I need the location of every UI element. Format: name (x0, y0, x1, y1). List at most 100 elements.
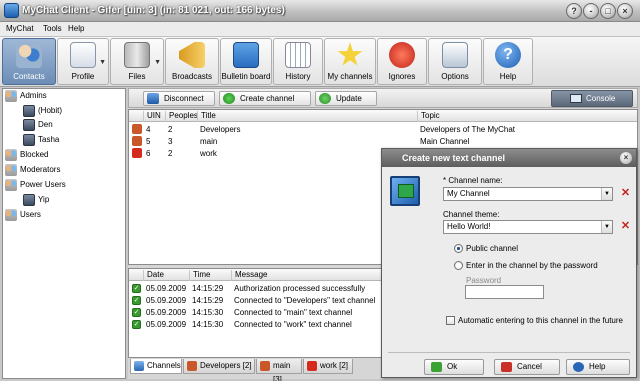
tree-group-power-users[interactable]: Power Users (5, 178, 66, 192)
app-icon (4, 3, 19, 18)
tab-work[interactable]: work [2] (303, 359, 353, 374)
disconnect-button[interactable]: Disconnect (143, 91, 215, 106)
toolbar-options-button[interactable]: Options (428, 38, 482, 85)
column-header-uin[interactable]: UIN (143, 111, 165, 122)
menu-help[interactable]: Help (68, 24, 84, 33)
password-label: Password (466, 276, 502, 285)
tree-user-yip[interactable]: Yip (23, 193, 49, 207)
toolbar-contacts-button[interactable]: Contacts (2, 38, 56, 85)
password-input[interactable] (465, 285, 544, 299)
history-icon (285, 42, 311, 68)
success-check-icon: ✓ (132, 296, 141, 305)
group-icon (5, 89, 17, 102)
column-header-date[interactable]: Date (143, 270, 189, 281)
toolbar-my-channels-button[interactable]: My channels (324, 38, 376, 85)
column-header-title[interactable]: Title (197, 111, 417, 122)
channel-icon (132, 148, 142, 158)
toolbar-help-button[interactable]: ? Help (483, 38, 533, 85)
auto-enter-checkbox[interactable] (446, 316, 455, 325)
channel-theme-input[interactable]: Hello World! ▼ (443, 220, 613, 234)
window-title: MyChat Client - Gifer [uin: 3] (in: 81 0… (22, 5, 285, 16)
ok-button[interactable]: Ok (424, 359, 484, 375)
clear-theme-button[interactable]: ✕ (620, 221, 631, 232)
column-header-topic[interactable]: Topic (417, 111, 637, 122)
toolbar-broadcasts-button[interactable]: Broadcasts (165, 38, 219, 85)
toolbar-files-button[interactable]: Files ▼ (110, 38, 164, 85)
close-window-button[interactable]: × (617, 3, 633, 19)
user-avatar-icon (23, 118, 35, 131)
toolbar-label: Broadcasts (171, 72, 213, 81)
help-window-button[interactable]: ? (566, 3, 582, 19)
tree-group-admins[interactable]: Admins (5, 89, 47, 103)
console-icon (570, 94, 582, 103)
password-channel-radio[interactable] (454, 261, 463, 270)
tree-user-hobit[interactable]: (Hobit) (23, 104, 62, 118)
help-button[interactable]: Help (566, 359, 630, 375)
cell-uin: 5 (146, 137, 151, 146)
cell-peoples: 2 (168, 125, 173, 134)
success-check-icon: ✓ (132, 320, 141, 329)
toolbar-label: Options (441, 72, 469, 81)
update-button[interactable]: Update (315, 91, 377, 106)
maximize-button[interactable]: □ (600, 3, 616, 19)
menu-mychat[interactable]: MyChat (6, 24, 34, 33)
tree-label: Users (20, 210, 41, 219)
button-label: Cancel (517, 362, 542, 371)
button-label: Disconnect (164, 94, 204, 103)
tab-label: Developers [2] (200, 361, 252, 370)
toolbar-label: Contacts (13, 72, 45, 81)
chevron-down-icon[interactable]: ▼ (99, 59, 106, 66)
table-row[interactable]: 4 2 Developers Developers of The MyChat (129, 124, 637, 135)
password-option-label: Enter in the channel by the password (466, 261, 598, 270)
table-row[interactable]: 5 3 main Main Channel (129, 136, 637, 147)
success-check-icon: ✓ (132, 308, 141, 317)
column-header-time[interactable]: Time (189, 270, 231, 281)
tree-user-den[interactable]: Den (23, 118, 53, 132)
toolbar-label: Files (128, 72, 146, 81)
tree-group-users[interactable]: Users (5, 208, 41, 222)
minimize-button[interactable]: - (583, 3, 599, 19)
cell-topic: Developers of The MyChat (420, 125, 516, 134)
button-label: Update (336, 94, 362, 103)
dialog-title: Create new text channel (382, 149, 636, 167)
channel-name-input[interactable]: My Channel ▼ (443, 187, 613, 201)
toolbar-ignores-button[interactable]: Ignores (377, 38, 427, 85)
cell-date: 05.09.2009 (146, 320, 187, 329)
tree-label: (Hobit) (38, 106, 63, 115)
chevron-down-icon[interactable]: ▼ (601, 188, 612, 200)
cell-time: 14:15:30 (192, 320, 224, 329)
toolbar: Contacts Profile ▼ Files ▼ Broadcasts Bu… (0, 37, 640, 87)
toolbar-bulletin-board-button[interactable]: Bulletin board (220, 38, 272, 85)
tree-label: Admins (20, 91, 47, 100)
dialog-close-button[interactable]: × (620, 152, 632, 164)
clear-name-button[interactable]: ✕ (620, 188, 631, 199)
button-label: Help (589, 362, 606, 371)
log-row: ✓ 05.09.2009 14:15:29 Authorization proc… (129, 283, 381, 294)
tab-developers[interactable]: Developers [2] (183, 359, 255, 374)
tree-group-blocked[interactable]: Blocked (5, 148, 48, 162)
cell-time: 14:15:30 (192, 308, 224, 317)
tab-main[interactable]: main [3] (256, 359, 302, 381)
create-channel-button[interactable]: Create channel (219, 91, 311, 106)
cell-title: Developers (200, 125, 241, 134)
cell-topic: Main Channel (420, 137, 470, 146)
cell-date: 05.09.2009 (146, 284, 187, 293)
public-channel-radio[interactable] (454, 244, 463, 253)
chevron-down-icon[interactable]: ▼ (601, 221, 612, 233)
tab-channels[interactable]: Channels (130, 359, 182, 374)
column-header-message[interactable]: Message (231, 270, 381, 281)
tab-label: work [2] (320, 361, 349, 370)
cell-time: 14:15:29 (192, 284, 224, 293)
star-icon (337, 42, 363, 66)
toolbar-history-button[interactable]: History (273, 38, 323, 85)
help-icon (573, 362, 584, 372)
toolbar-profile-button[interactable]: Profile ▼ (57, 38, 109, 85)
console-button[interactable]: Console (551, 90, 633, 107)
column-header-peoples[interactable]: Peoples (165, 111, 198, 122)
chevron-down-icon[interactable]: ▼ (154, 59, 161, 66)
tree-group-moderators[interactable]: Moderators (5, 163, 60, 177)
menu-tools[interactable]: Tools (43, 24, 62, 33)
cell-peoples: 2 (168, 149, 173, 158)
tree-user-tasha[interactable]: Tasha (23, 133, 59, 147)
cancel-button[interactable]: Cancel (494, 359, 560, 375)
